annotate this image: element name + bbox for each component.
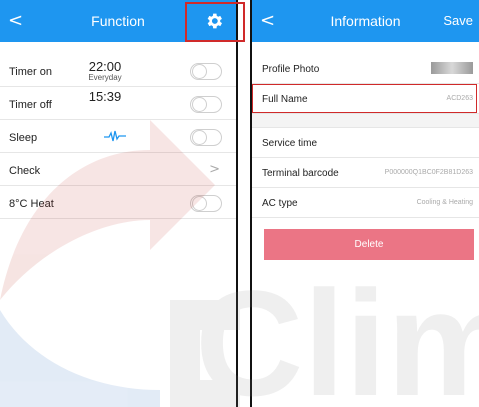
gear-highlight-box xyxy=(185,2,245,42)
ac-type-label: AC type xyxy=(262,198,298,209)
timer-off-toggle[interactable] xyxy=(190,96,222,113)
check-row[interactable]: Check > xyxy=(0,153,236,186)
check-label: Check xyxy=(9,165,41,177)
service-time-label: Service time xyxy=(262,138,318,149)
information-list: Profile Photo Full Name ACD263 Service t… xyxy=(252,54,479,218)
heat-8c-label: 8°C Heat xyxy=(9,198,54,210)
full-name-value: ACD263 xyxy=(446,95,473,102)
function-screen: < Function Timer on 22:00 Everyday Timer… xyxy=(0,0,238,407)
ac-type-row[interactable]: AC type Cooling & Heating xyxy=(252,188,479,218)
sleep-wave-icon xyxy=(104,130,126,142)
section-spacer xyxy=(252,114,479,128)
timer-off-value[interactable]: 15:39 xyxy=(85,87,125,104)
timer-on-value[interactable]: 22:00 Everyday xyxy=(85,54,125,82)
toggle-knob xyxy=(192,97,207,112)
timer-off-row[interactable]: Timer off 15:39 xyxy=(0,87,236,120)
toggle-knob xyxy=(192,196,207,211)
delete-button[interactable]: Delete xyxy=(264,229,474,260)
chevron-right-icon: > xyxy=(209,162,220,177)
terminal-barcode-value: P000000Q1BC0F2B81D263 xyxy=(384,169,473,176)
information-screen: < Information Save Profile Photo Full Na… xyxy=(250,0,479,407)
timer-on-time: 22:00 xyxy=(88,59,122,74)
service-time-row[interactable]: Service time xyxy=(252,128,479,158)
timer-off-time: 15:39 xyxy=(88,89,122,104)
timer-off-label: Timer off xyxy=(9,99,52,111)
timer-on-repeat: Everyday xyxy=(88,73,122,82)
profile-photo-label: Profile Photo xyxy=(262,64,320,75)
toggle-knob xyxy=(192,130,207,145)
full-name-row[interactable]: Full Name ACD263 xyxy=(252,84,479,114)
sleep-row[interactable]: Sleep xyxy=(0,120,236,153)
full-name-label: Full Name xyxy=(262,94,308,105)
sleep-toggle[interactable] xyxy=(190,129,222,146)
save-button[interactable]: Save xyxy=(443,13,473,28)
toggle-knob xyxy=(192,64,207,79)
information-header: < Information Save xyxy=(252,0,479,42)
ac-type-value: Cooling & Heating xyxy=(416,199,473,206)
profile-photo-row[interactable]: Profile Photo xyxy=(252,54,479,84)
terminal-barcode-label: Terminal barcode xyxy=(262,168,339,179)
function-list: Timer on 22:00 Everyday Timer off 15:39 … xyxy=(0,54,236,219)
terminal-barcode-row: Terminal barcode P000000Q1BC0F2B81D263 xyxy=(252,158,479,188)
timer-on-toggle[interactable] xyxy=(190,63,222,80)
profile-photo-thumbnail[interactable] xyxy=(431,62,473,74)
timer-on-row[interactable]: Timer on 22:00 Everyday xyxy=(0,54,236,87)
heat-8c-row[interactable]: 8°C Heat xyxy=(0,186,236,219)
sleep-label: Sleep xyxy=(9,132,38,144)
screen-divider xyxy=(238,0,250,407)
heat-8c-toggle[interactable] xyxy=(190,195,222,212)
timer-on-label: Timer on xyxy=(9,66,52,78)
